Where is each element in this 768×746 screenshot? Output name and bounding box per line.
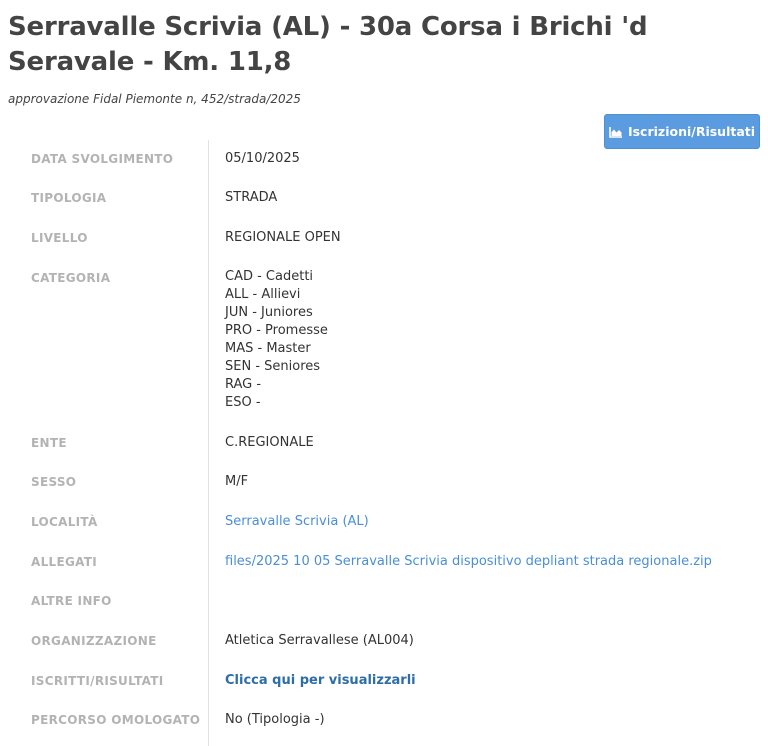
categoria-item: MAS - Master [225,341,311,356]
page-title: Serravalle Scrivia (AL) - 30a Corsa i Br… [8,12,648,77]
ente-value: C.REGIONALE [225,435,314,450]
livello-value: REGIONALE OPEN [225,230,341,245]
categoria-item: SEN - Seniores [225,359,321,374]
categoria-item: CAD - Cadetti [225,269,314,284]
sesso-value: M/F [225,474,249,489]
iscritti-risultati-label: ISCRITTI/RISULTATI [31,674,164,688]
allegati-label: ALLEGATI [31,555,98,569]
organizzazione-label: ORGANIZZAZIONE [31,634,157,648]
localita-label: LOCALITÀ [31,515,98,529]
percorso-omologato-value: No (Tipologia -) [225,712,325,727]
tipologia-value: STRADA [225,190,278,205]
data-svolgimento-value: 05/10/2025 [225,151,300,166]
iscritti-risultati-link[interactable]: Clicca qui per visualizzarli [225,673,416,688]
organizzazione-value: Atletica Serravallese (AL004) [225,633,414,648]
categoria-item: ESO - [225,395,261,410]
column-divider [208,140,209,746]
categoria-item: JUN - Juniores [225,305,313,320]
altre-info-label: ALTRE INFO [31,594,112,608]
data-svolgimento-label: DATA SVOLGIMENTO [31,152,174,166]
localita-link[interactable]: Serravalle Scrivia (AL) [225,514,369,529]
sesso-label: SESSO [31,475,77,489]
iscrizioni-risultati-label: Iscrizioni/Risultati [627,124,756,139]
categoria-item: ALL - Allievi [225,287,301,302]
categoria-label: CATEGORIA [31,271,111,285]
area-chart-icon [609,126,623,138]
approval-note: approvazione Fidal Piemonte n, 452/strad… [8,92,301,106]
tipologia-label: TIPOLOGIA [31,191,107,205]
iscrizioni-risultati-button[interactable]: Iscrizioni/Risultati [604,114,760,149]
allegati-file-link[interactable]: files/2025 10 05 Serravalle Scrivia disp… [225,554,712,569]
ente-label: ENTE [31,436,67,450]
percorso-omologato-label: PERCORSO OMOLOGATO [31,713,201,727]
categoria-item: RAG - [225,377,262,392]
categoria-list: CAD - Cadetti ALL - Allievi JUN - Junior… [225,268,328,412]
categoria-item: PRO - Promesse [225,323,328,338]
livello-label: LIVELLO [31,231,88,245]
